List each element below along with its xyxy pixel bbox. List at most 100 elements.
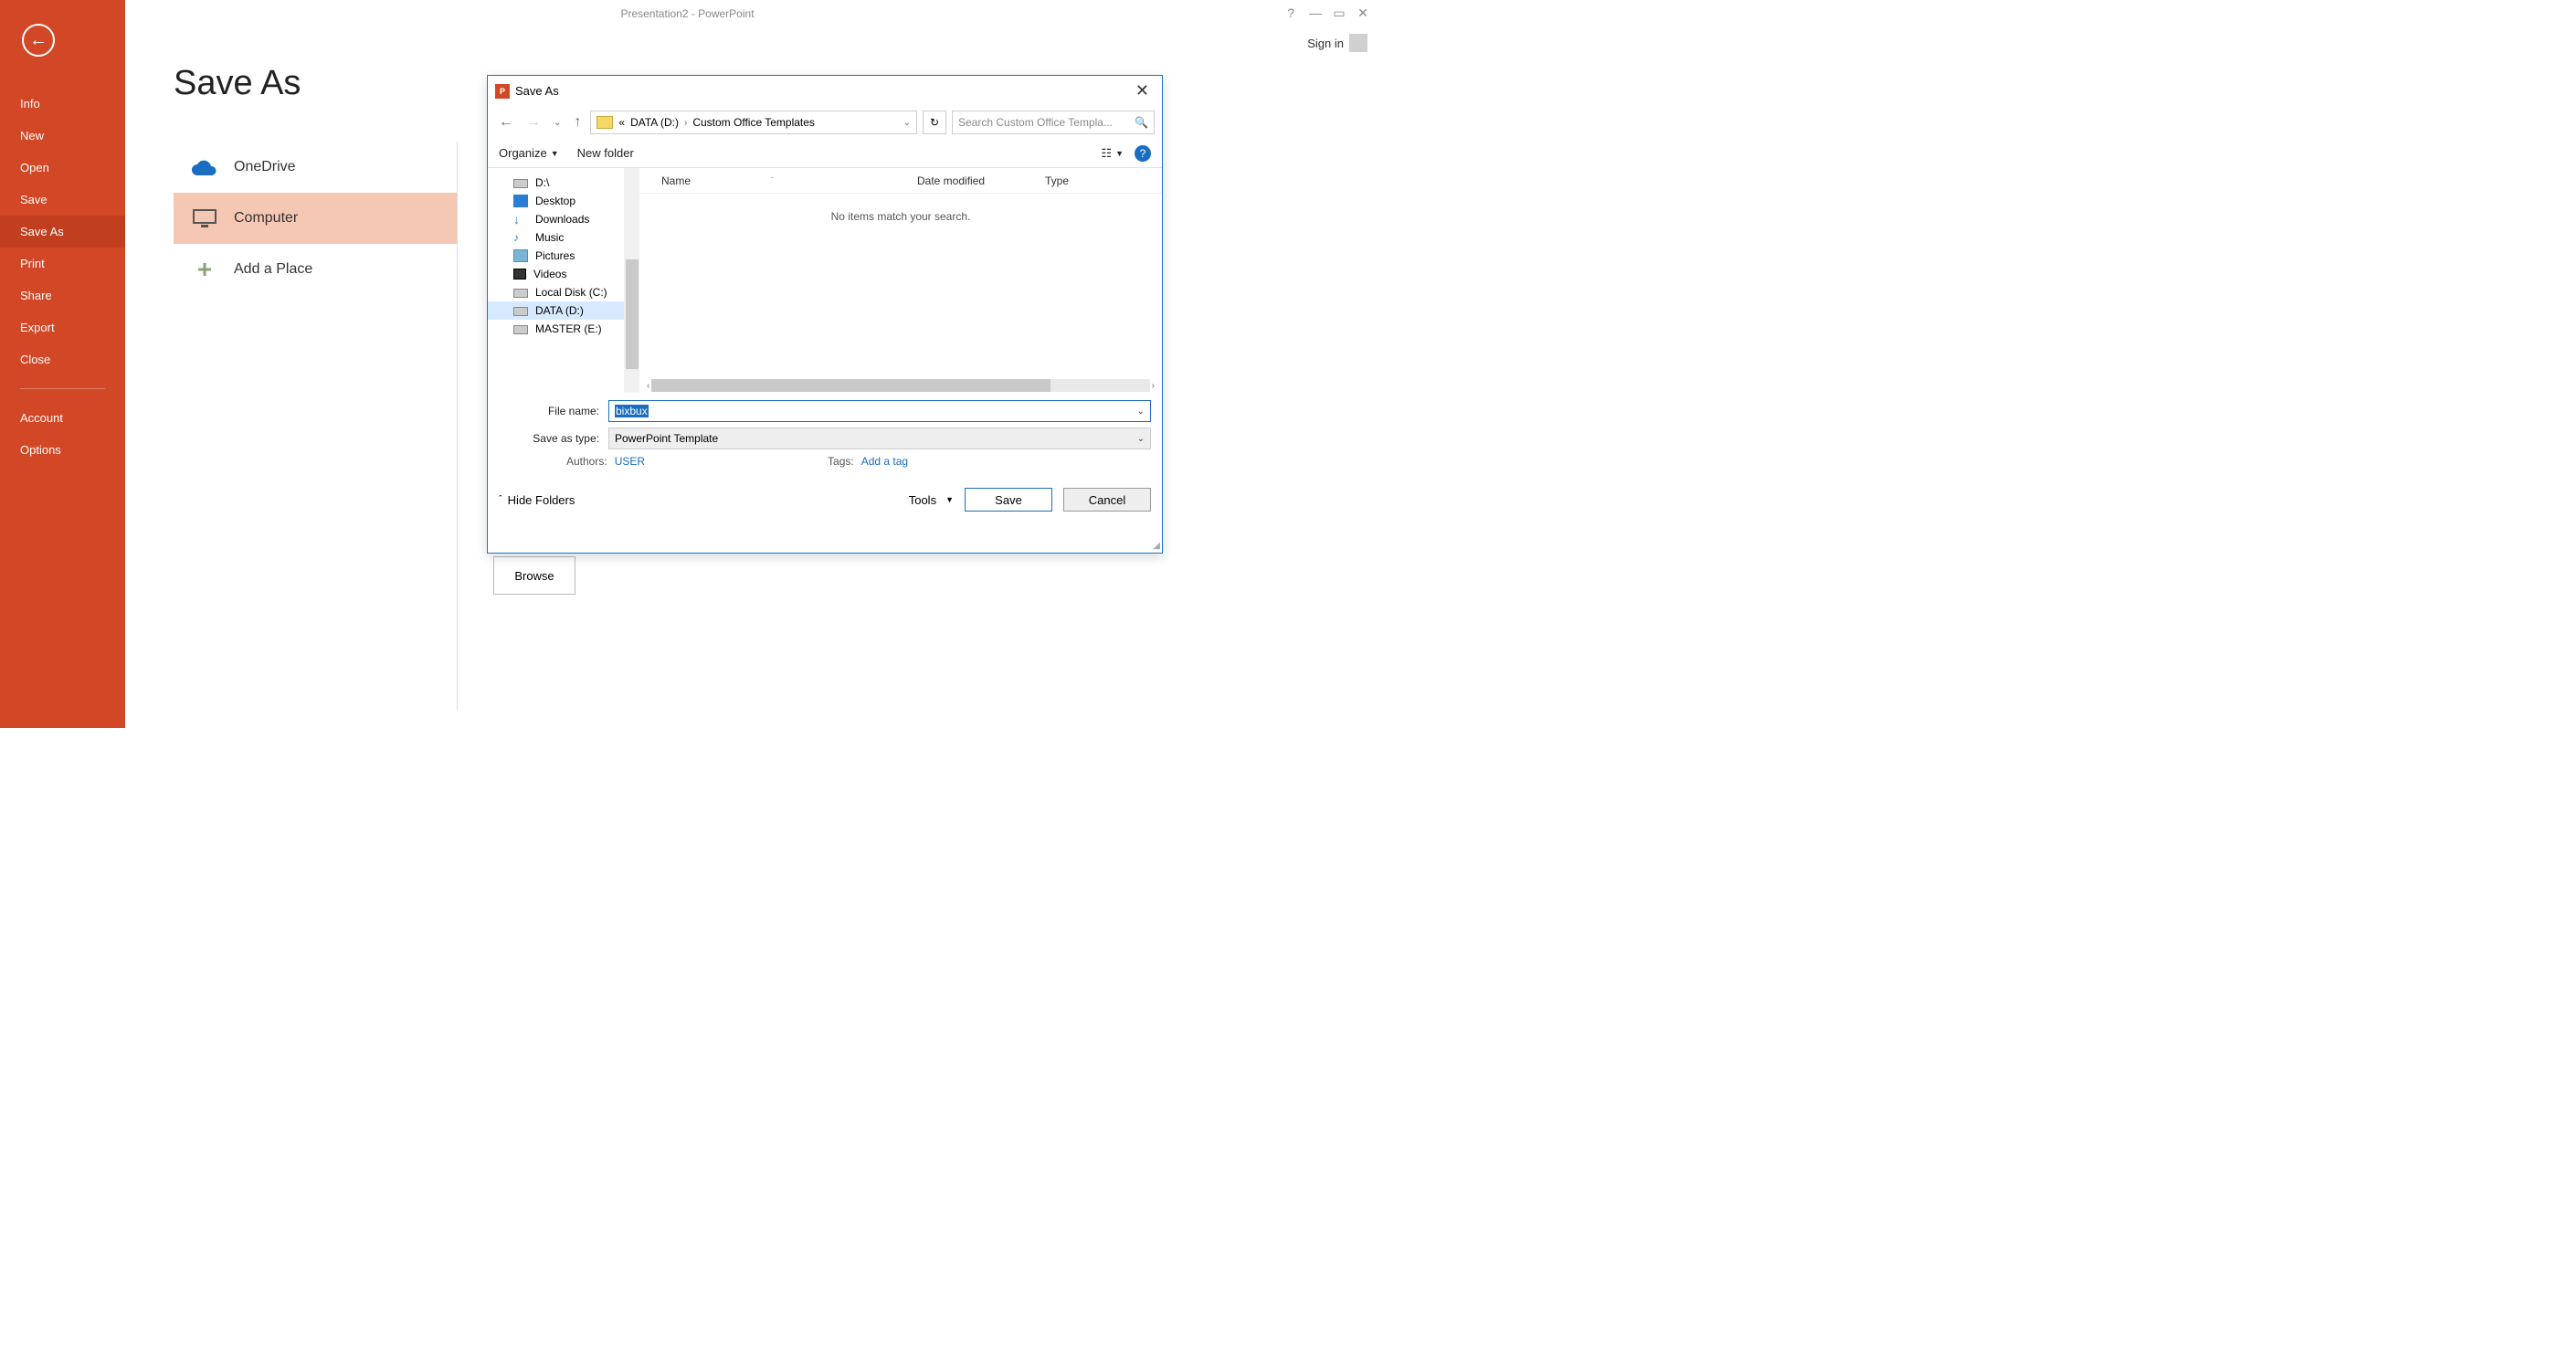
sidebar-item-new[interactable]: New bbox=[0, 120, 125, 152]
search-placeholder: Search Custom Office Templa... bbox=[958, 116, 1113, 129]
tags-label: Tags: bbox=[828, 455, 854, 468]
new-folder-button[interactable]: New folder bbox=[577, 146, 634, 160]
back-button[interactable]: ← bbox=[22, 24, 55, 57]
save-type-label: Save as type: bbox=[499, 432, 608, 445]
folder-icon bbox=[596, 116, 613, 129]
tree-item[interactable]: ↓Downloads bbox=[488, 210, 639, 228]
sidebar-item-account[interactable]: Account bbox=[0, 402, 125, 434]
tree-item[interactable]: DATA (D:) bbox=[488, 301, 639, 320]
scroll-thumb[interactable] bbox=[626, 259, 639, 369]
nav-back-icon[interactable]: ← bbox=[495, 112, 517, 132]
browse-button[interactable]: Browse bbox=[493, 556, 575, 595]
sidebar-item-close[interactable]: Close bbox=[0, 343, 125, 375]
file-name-input[interactable]: bixbux ⌄ bbox=[608, 400, 1151, 422]
hide-folders-toggle[interactable]: ˆHide Folders bbox=[499, 493, 575, 507]
nav-up-icon[interactable]: ↑ bbox=[570, 112, 585, 132]
resize-grip-icon[interactable]: ◢ bbox=[1153, 541, 1160, 551]
column-name[interactable]: Name bbox=[661, 174, 691, 187]
file-list: Name ˆ Date modified Type No items match … bbox=[639, 168, 1162, 393]
tree-item[interactable]: MASTER (E:) bbox=[488, 320, 639, 338]
chevron-right-icon[interactable]: › bbox=[684, 118, 687, 128]
backstage-sidebar: ← Info New Open Save Save As Print Share… bbox=[0, 0, 125, 728]
videos-icon bbox=[513, 269, 526, 280]
page-title: Save As bbox=[174, 64, 301, 103]
column-date[interactable]: Date modified bbox=[917, 174, 1045, 187]
search-icon: 🔍 bbox=[1135, 116, 1148, 129]
nav-forward-icon[interactable]: → bbox=[523, 112, 544, 132]
dialog-title: Save As bbox=[515, 84, 559, 98]
scroll-right-icon[interactable]: › bbox=[1150, 381, 1156, 391]
view-menu[interactable]: ☷ ▼ bbox=[1101, 146, 1124, 161]
tree-item[interactable]: Videos bbox=[488, 265, 639, 283]
authors-value[interactable]: USER bbox=[615, 455, 645, 468]
chevron-down-icon[interactable]: ⌄ bbox=[1137, 406, 1145, 417]
tree-item[interactable]: Desktop bbox=[488, 192, 639, 210]
tools-menu[interactable]: Tools▼ bbox=[909, 493, 954, 507]
desktop-icon bbox=[513, 195, 528, 207]
tree-scrollbar[interactable] bbox=[624, 168, 639, 393]
empty-message: No items match your search. bbox=[639, 210, 1162, 223]
sort-indicator-icon: ˆ bbox=[771, 176, 774, 185]
location-computer[interactable]: Computer bbox=[174, 193, 457, 244]
search-input[interactable]: Search Custom Office Templa... 🔍 bbox=[952, 111, 1155, 134]
authors-label: Authors: bbox=[566, 455, 607, 468]
restore-icon[interactable]: ▭ bbox=[1333, 5, 1346, 21]
save-button[interactable]: Save bbox=[965, 488, 1052, 512]
nav-recent-icon[interactable]: ⌄ bbox=[550, 116, 565, 130]
location-label: Add a Place bbox=[234, 261, 312, 278]
address-bar[interactable]: « DATA (D:) › Custom Office Templates ⌄ bbox=[590, 111, 917, 134]
tags-value[interactable]: Add a tag bbox=[861, 455, 908, 468]
file-name-label: File name: bbox=[499, 405, 608, 417]
tree-item[interactable]: D:\ bbox=[488, 174, 639, 192]
cloud-icon bbox=[192, 156, 217, 178]
chevron-up-icon: ˆ bbox=[499, 494, 502, 505]
breadcrumb-prefix[interactable]: « bbox=[618, 116, 625, 129]
sidebar-item-export[interactable]: Export bbox=[0, 311, 125, 343]
chevron-down-icon: ▼ bbox=[551, 149, 559, 158]
powerpoint-icon: P bbox=[495, 84, 510, 99]
tree-item[interactable]: Pictures bbox=[488, 247, 639, 265]
help-icon[interactable]: ? bbox=[1135, 145, 1151, 162]
organize-menu[interactable]: Organize▼ bbox=[499, 146, 559, 160]
drive-icon bbox=[513, 307, 528, 316]
save-type-select[interactable]: PowerPoint Template ⌄ bbox=[608, 427, 1151, 449]
chevron-down-icon[interactable]: ⌄ bbox=[1137, 434, 1145, 444]
refresh-icon[interactable]: ↻ bbox=[923, 111, 946, 134]
chevron-down-icon[interactable]: ⌄ bbox=[903, 118, 911, 128]
sidebar-item-save[interactable]: Save bbox=[0, 184, 125, 216]
computer-icon bbox=[192, 207, 217, 229]
scroll-left-icon[interactable]: ‹ bbox=[645, 381, 651, 391]
avatar-icon bbox=[1349, 34, 1367, 52]
column-type[interactable]: Type bbox=[1045, 174, 1162, 187]
location-add-place[interactable]: + Add a Place bbox=[174, 244, 457, 295]
close-window-icon[interactable]: ✕ bbox=[1357, 5, 1369, 21]
tree-item[interactable]: Local Disk (C:) bbox=[488, 283, 639, 301]
file-name-value: bixbux bbox=[615, 405, 649, 417]
horizontal-scrollbar[interactable]: ‹ › bbox=[645, 378, 1156, 393]
chevron-down-icon: ▼ bbox=[1115, 149, 1124, 158]
breadcrumb-seg[interactable]: DATA (D:) bbox=[630, 116, 679, 129]
plus-icon: + bbox=[192, 259, 217, 280]
sidebar-item-save-as[interactable]: Save As bbox=[0, 216, 125, 248]
sign-in-link[interactable]: Sign in bbox=[1307, 37, 1344, 50]
sidebar-item-print[interactable]: Print bbox=[0, 248, 125, 280]
location-label: OneDrive bbox=[234, 159, 296, 175]
sidebar-item-open[interactable]: Open bbox=[0, 152, 125, 184]
download-icon: ↓ bbox=[513, 213, 528, 226]
scroll-thumb[interactable] bbox=[651, 379, 1050, 392]
tree-item[interactable]: ♪Music bbox=[488, 228, 639, 247]
sidebar-item-options[interactable]: Options bbox=[0, 434, 125, 466]
help-icon[interactable]: ? bbox=[1287, 5, 1294, 20]
close-icon[interactable]: ✕ bbox=[1130, 81, 1155, 100]
cancel-button[interactable]: Cancel bbox=[1063, 488, 1151, 512]
app-title: Presentation2 - PowerPoint bbox=[0, 0, 1375, 27]
location-onedrive[interactable]: OneDrive bbox=[174, 142, 457, 193]
sidebar-item-info[interactable]: Info bbox=[0, 88, 125, 120]
drive-icon bbox=[513, 179, 528, 188]
minimize-icon[interactable]: — bbox=[1309, 5, 1322, 21]
save-as-dialog: P Save As ✕ ← → ⌄ ↑ « DATA (D:) › Custom… bbox=[487, 75, 1163, 554]
breadcrumb-seg[interactable]: Custom Office Templates bbox=[692, 116, 815, 129]
drive-icon bbox=[513, 289, 528, 298]
drive-icon bbox=[513, 325, 528, 334]
sidebar-item-share[interactable]: Share bbox=[0, 280, 125, 311]
